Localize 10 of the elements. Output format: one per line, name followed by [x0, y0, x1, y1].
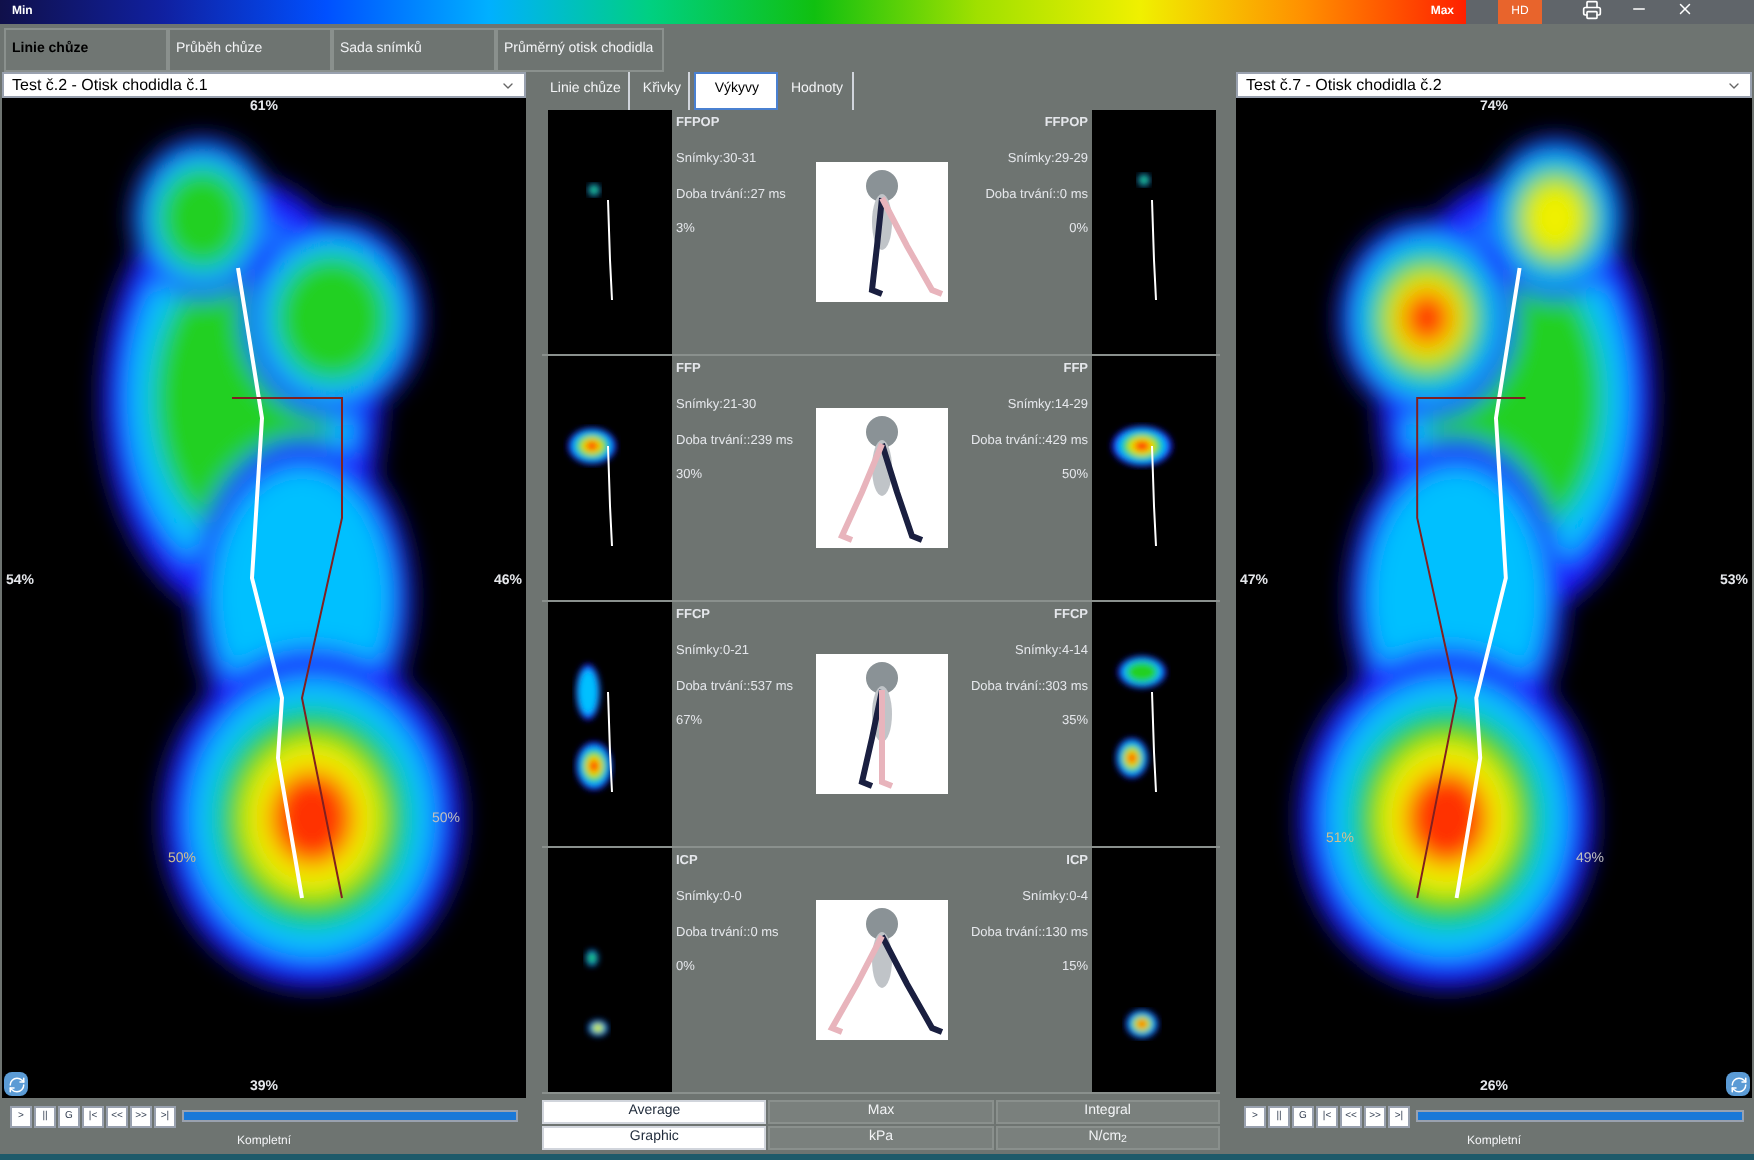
refresh-icon[interactable] — [1726, 1072, 1750, 1096]
test-select[interactable]: Test č.2 - Otisk chodidla č.1 — [2, 72, 526, 98]
close-icon[interactable] — [1676, 0, 1694, 18]
refresh-icon[interactable] — [4, 1072, 28, 1096]
walking-figure-drawing — [816, 900, 948, 1040]
walking-figure-drawing — [816, 408, 948, 548]
print-icon[interactable] — [1582, 0, 1602, 20]
test-select[interactable]: Test č.7 - Otisk chodidla č.2 — [1236, 72, 1752, 98]
walking-figure-drawing — [816, 654, 948, 794]
walking-figure-drawing — [816, 162, 948, 302]
